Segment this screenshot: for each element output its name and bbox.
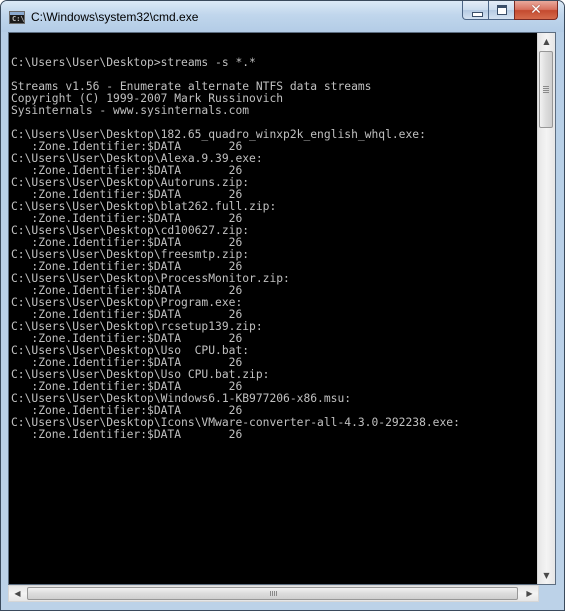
cmd-window: C:\ C:\Windows\system32\cmd.exe ✕ C:\Use… [0,0,565,611]
console-output[interactable]: C:\Users\User\Desktop>streams -s *.* Stre… [11,45,539,441]
console-line: C:\Users\User\Desktop>streams -s *.* [11,56,256,69]
maximize-icon [497,5,507,15]
maximize-button[interactable] [488,1,515,20]
scroll-left-arrow-icon[interactable]: ◀ [9,586,26,601]
cmd-icon-text: C:\ [12,15,25,23]
cmd-console-icon[interactable]: C:\ [9,11,25,24]
close-icon: ✕ [530,2,542,18]
window-title: C:\Windows\system32\cmd.exe [31,10,199,24]
console-line: Sysinternals - www.sysinternals.com [11,104,250,117]
horizontal-scrollbar[interactable]: ◀ ▶ [8,585,539,602]
caption-buttons: ✕ [462,1,558,21]
scroll-up-arrow-icon[interactable]: ▲ [538,33,555,50]
horizontal-scroll-thumb[interactable] [27,587,518,600]
minimize-button[interactable] [462,1,489,20]
scroll-down-arrow-icon[interactable]: ▼ [538,567,555,584]
vertical-scroll-thumb[interactable] [539,51,553,128]
console-area[interactable]: C:\Users\User\Desktop>streams -s *.* Stre… [8,32,556,585]
title-bar[interactable]: C:\ C:\Windows\system32\cmd.exe ✕ [1,1,564,32]
close-button[interactable]: ✕ [514,1,558,20]
minimize-icon [472,12,483,17]
scroll-right-arrow-icon[interactable]: ▶ [521,586,538,601]
vertical-scrollbar[interactable]: ▲ ▼ [537,33,555,584]
size-grip[interactable] [539,585,556,602]
console-line: :Zone.Identifier:$DATA 26 [11,428,243,441]
